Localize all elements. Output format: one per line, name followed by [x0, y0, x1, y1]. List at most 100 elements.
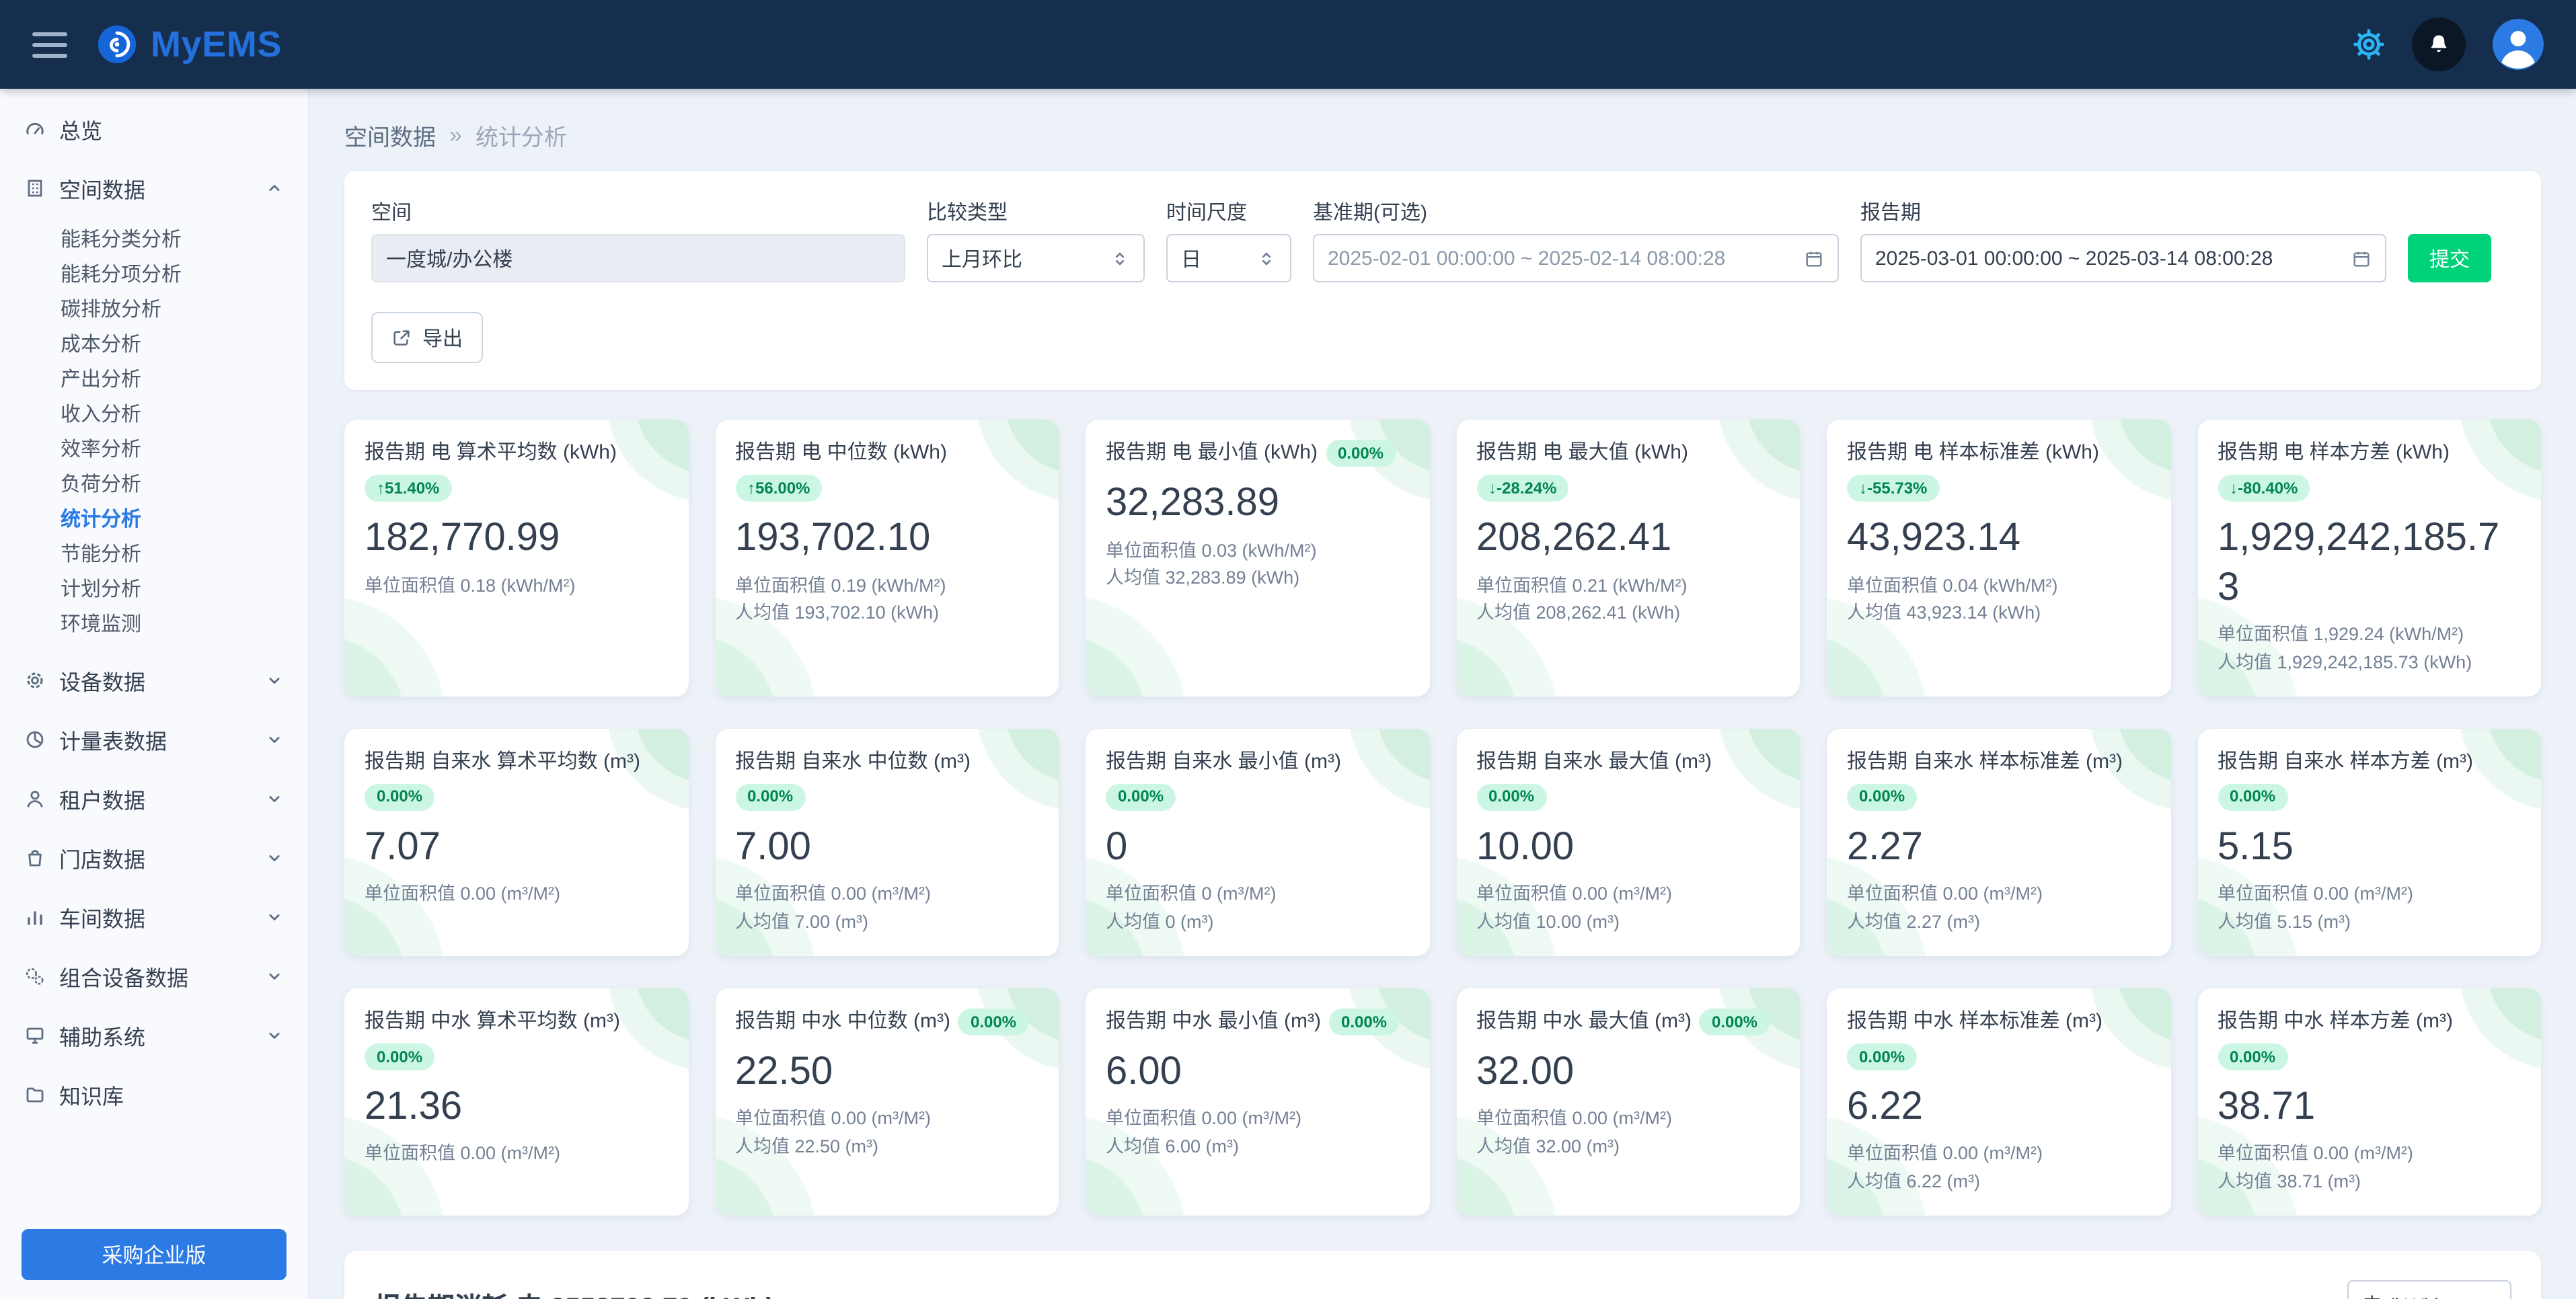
sidebar-group-store[interactable]: 门店数据 [0, 828, 308, 888]
sidebar-subitem[interactable]: 成本分析 [0, 325, 308, 360]
stat-card: 报告期 中水 最大值 (m³) 0.00% 32.00 单位面积值 0.00 (… [1456, 988, 1800, 1216]
stat-card-header: 报告期 自来水 最大值 (m³) 0.00% [1476, 748, 1780, 811]
time-scale-select[interactable]: 日 [1166, 234, 1291, 282]
compare-type-value: 上月环比 [942, 244, 1099, 272]
sidebar-group-space[interactable]: 空间数据 [0, 159, 308, 218]
stat-card-badge: 0.00% [1847, 784, 1917, 811]
stat-card: 报告期 电 样本标准差 (kWh) ↓-55.73% 43,923.14 单位面… [1827, 420, 2170, 696]
sidebar-subitem[interactable]: 统计分析 [0, 500, 308, 535]
breadcrumb-parent[interactable]: 空间数据 [344, 118, 436, 152]
notifications-bell-icon[interactable] [2412, 17, 2466, 71]
stat-card-badge: 0.00% [1329, 1009, 1399, 1035]
chevron-down-icon [265, 908, 284, 927]
folder-icon [24, 1084, 46, 1105]
user-avatar[interactable] [2493, 19, 2544, 70]
stat-card-per-area: 单位面积值 0.00 (m³/M²) [735, 1106, 1038, 1134]
stat-card: 报告期 自来水 样本方差 (m³) 0.00% 5.15 单位面积值 0.00 … [2197, 728, 2541, 956]
stat-card-per-capita: 人均值 32,283.89 (kWh) [1106, 565, 1409, 594]
sidebar-group-label: 组合设备数据 [59, 960, 188, 992]
stat-card-title: 报告期 中水 样本标准差 (m³) [1847, 1009, 2103, 1036]
stat-card-header: 报告期 中水 中位数 (m³) 0.00% [735, 1009, 1038, 1036]
sidebar-subitem[interactable]: 负荷分析 [0, 465, 308, 500]
sidebar-subitem[interactable]: 计划分析 [0, 570, 308, 605]
sidebar-subitem[interactable]: 节能分析 [0, 535, 308, 570]
energy-type-select[interactable]: 电 (kWh) [2347, 1281, 2511, 1299]
stat-card: 报告期 自来水 样本标准差 (m³) 0.00% 2.27 单位面积值 0.00… [1827, 728, 2170, 956]
stat-card: 报告期 中水 最小值 (m³) 0.00% 6.00 单位面积值 0.00 (m… [1086, 988, 1429, 1216]
report-period-label: 报告期 [1860, 198, 2386, 226]
sidebar-subitem[interactable]: 能耗分类分析 [0, 221, 308, 255]
report-period-value: 2025-03-01 00:00:00 ~ 2025-03-14 08:00:2… [1875, 247, 2341, 270]
stat-card-badge: 0.00% [2218, 784, 2287, 811]
sidebar-group-device[interactable]: 设备数据 [0, 651, 308, 710]
stat-card-title: 报告期 自来水 最小值 (m³) [1106, 748, 1341, 776]
stat-card-header: 报告期 中水 最大值 (m³) 0.00% [1476, 1009, 1780, 1036]
stat-card-per-capita: 人均值 2.27 (m³) [1847, 909, 2150, 937]
stat-card: 报告期 自来水 算术平均数 (m³) 0.00% 7.07 单位面积值 0.00… [344, 728, 688, 956]
sidebar-group-meter[interactable]: 计量表数据 [0, 710, 308, 769]
export-button[interactable]: 导出 [371, 312, 483, 363]
sidebar-group-label: 空间数据 [59, 172, 145, 204]
space-input[interactable]: 一度城/办公楼 [371, 234, 905, 282]
sidebar-subitem[interactable]: 产出分析 [0, 360, 308, 395]
report-period-input[interactable]: 2025-03-01 00:00:00 ~ 2025-03-14 08:00:2… [1860, 234, 2386, 282]
sidebar-subitem[interactable]: 效率分析 [0, 430, 308, 465]
stat-card-per-capita: 人均值 6.00 (m³) [1106, 1134, 1409, 1163]
stat-card-title: 报告期 自来水 最大值 (m³) [1476, 748, 1712, 776]
stat-card-per-area: 单位面积值 0.21 (kWh/M²) [1476, 572, 1780, 600]
stat-card-per-capita: 人均值 1,929,242,185.73 (kWh) [2218, 649, 2521, 677]
hamburger-menu-icon[interactable] [32, 32, 67, 57]
stat-card-value: 22.50 [735, 1048, 1038, 1097]
sidebar-group-tenant[interactable]: 租户数据 [0, 769, 308, 828]
stat-card-header: 报告期 中水 样本标准差 (m³) 0.00% [1847, 1009, 2150, 1071]
sidebar-item-label: 知识库 [59, 1078, 124, 1111]
energy-type-value: 电 (kWh) [2362, 1291, 2466, 1299]
main-content: 空间数据 » 统计分析 空间 一度城/办公楼 比较类型 上 [309, 89, 2576, 1299]
gear-icon [24, 670, 46, 691]
stat-card-badge: 0.00% [958, 1009, 1028, 1035]
stat-card-badge: ↑56.00% [735, 475, 822, 502]
sidebar-group-auxiliary[interactable]: 辅助系统 [0, 1006, 308, 1065]
stat-card-value: 32.00 [1476, 1048, 1780, 1097]
brand[interactable]: MyEMS [97, 24, 282, 65]
stat-card-header: 报告期 电 算术平均数 (kWh) ↑51.40% [365, 440, 668, 502]
stat-card-value: 38.71 [2218, 1082, 2521, 1132]
space-label: 空间 [371, 198, 905, 226]
purchase-enterprise-button[interactable]: 采购企业版 [22, 1229, 287, 1280]
stat-card-value: 208,262.41 [1476, 514, 1780, 563]
stat-card-badge: 0.00% [1476, 784, 1546, 811]
submit-button[interactable]: 提交 [2408, 234, 2491, 282]
stat-card-value: 1,929,242,185.73 [2218, 514, 2521, 612]
sidebar-subitem[interactable]: 收入分析 [0, 395, 308, 430]
settings-gear-icon[interactable] [2353, 28, 2385, 61]
report-period-field: 报告期 2025-03-01 00:00:00 ~ 2025-03-14 08:… [1860, 198, 2386, 282]
base-period-value: 2025-02-01 00:00:00 ~ 2025-02-14 08:00:2… [1328, 247, 1793, 270]
stat-card-per-capita: 人均值 10.00 (m³) [1476, 909, 1780, 937]
stat-card-per-area: 单位面积值 0.04 (kWh/M²) [1847, 572, 2150, 600]
sidebar-subitem[interactable]: 能耗分项分析 [0, 255, 308, 290]
sidebar-item-knowledge[interactable]: 知识库 [0, 1065, 308, 1124]
stat-card-header: 报告期 自来水 样本方差 (m³) 0.00% [2218, 748, 2521, 811]
chevron-down-icon [265, 967, 284, 986]
gauge-icon [24, 118, 46, 140]
stat-card-per-capita: 人均值 38.71 (m³) [2218, 1169, 2521, 1197]
stat-card-per-area: 单位面积值 0.00 (m³/M²) [735, 881, 1038, 909]
stat-card-title: 报告期 自来水 中位数 (m³) [735, 748, 971, 776]
stat-card-header: 报告期 中水 算术平均数 (m³) 0.00% [365, 1009, 668, 1071]
stat-card-value: 5.15 [2218, 823, 2521, 872]
base-period-label: 基准期(可选) [1313, 198, 1839, 226]
stat-card-per-capita: 人均值 208,262.41 (kWh) [1476, 600, 1780, 629]
stat-card-badge: ↑51.40% [365, 475, 451, 502]
sidebar-group-shopfloor[interactable]: 车间数据 [0, 888, 308, 947]
sidebar-group-equipment[interactable]: 组合设备数据 [0, 947, 308, 1006]
stat-card-badge: ↓-55.73% [1847, 475, 1939, 502]
space-field: 空间 一度城/办公楼 [371, 198, 905, 282]
compare-type-field: 比较类型 上月环比 [927, 198, 1145, 282]
sidebar-group-label: 门店数据 [59, 842, 145, 874]
sidebar-subitem[interactable]: 环境监测 [0, 605, 308, 640]
sidebar-item-overview[interactable]: 总览 [0, 100, 308, 159]
compare-type-select[interactable]: 上月环比 [927, 234, 1145, 282]
stat-card-value: 7.07 [365, 823, 668, 872]
base-period-input[interactable]: 2025-02-01 00:00:00 ~ 2025-02-14 08:00:2… [1313, 234, 1839, 282]
sidebar-subitem[interactable]: 碳排放分析 [0, 290, 308, 325]
